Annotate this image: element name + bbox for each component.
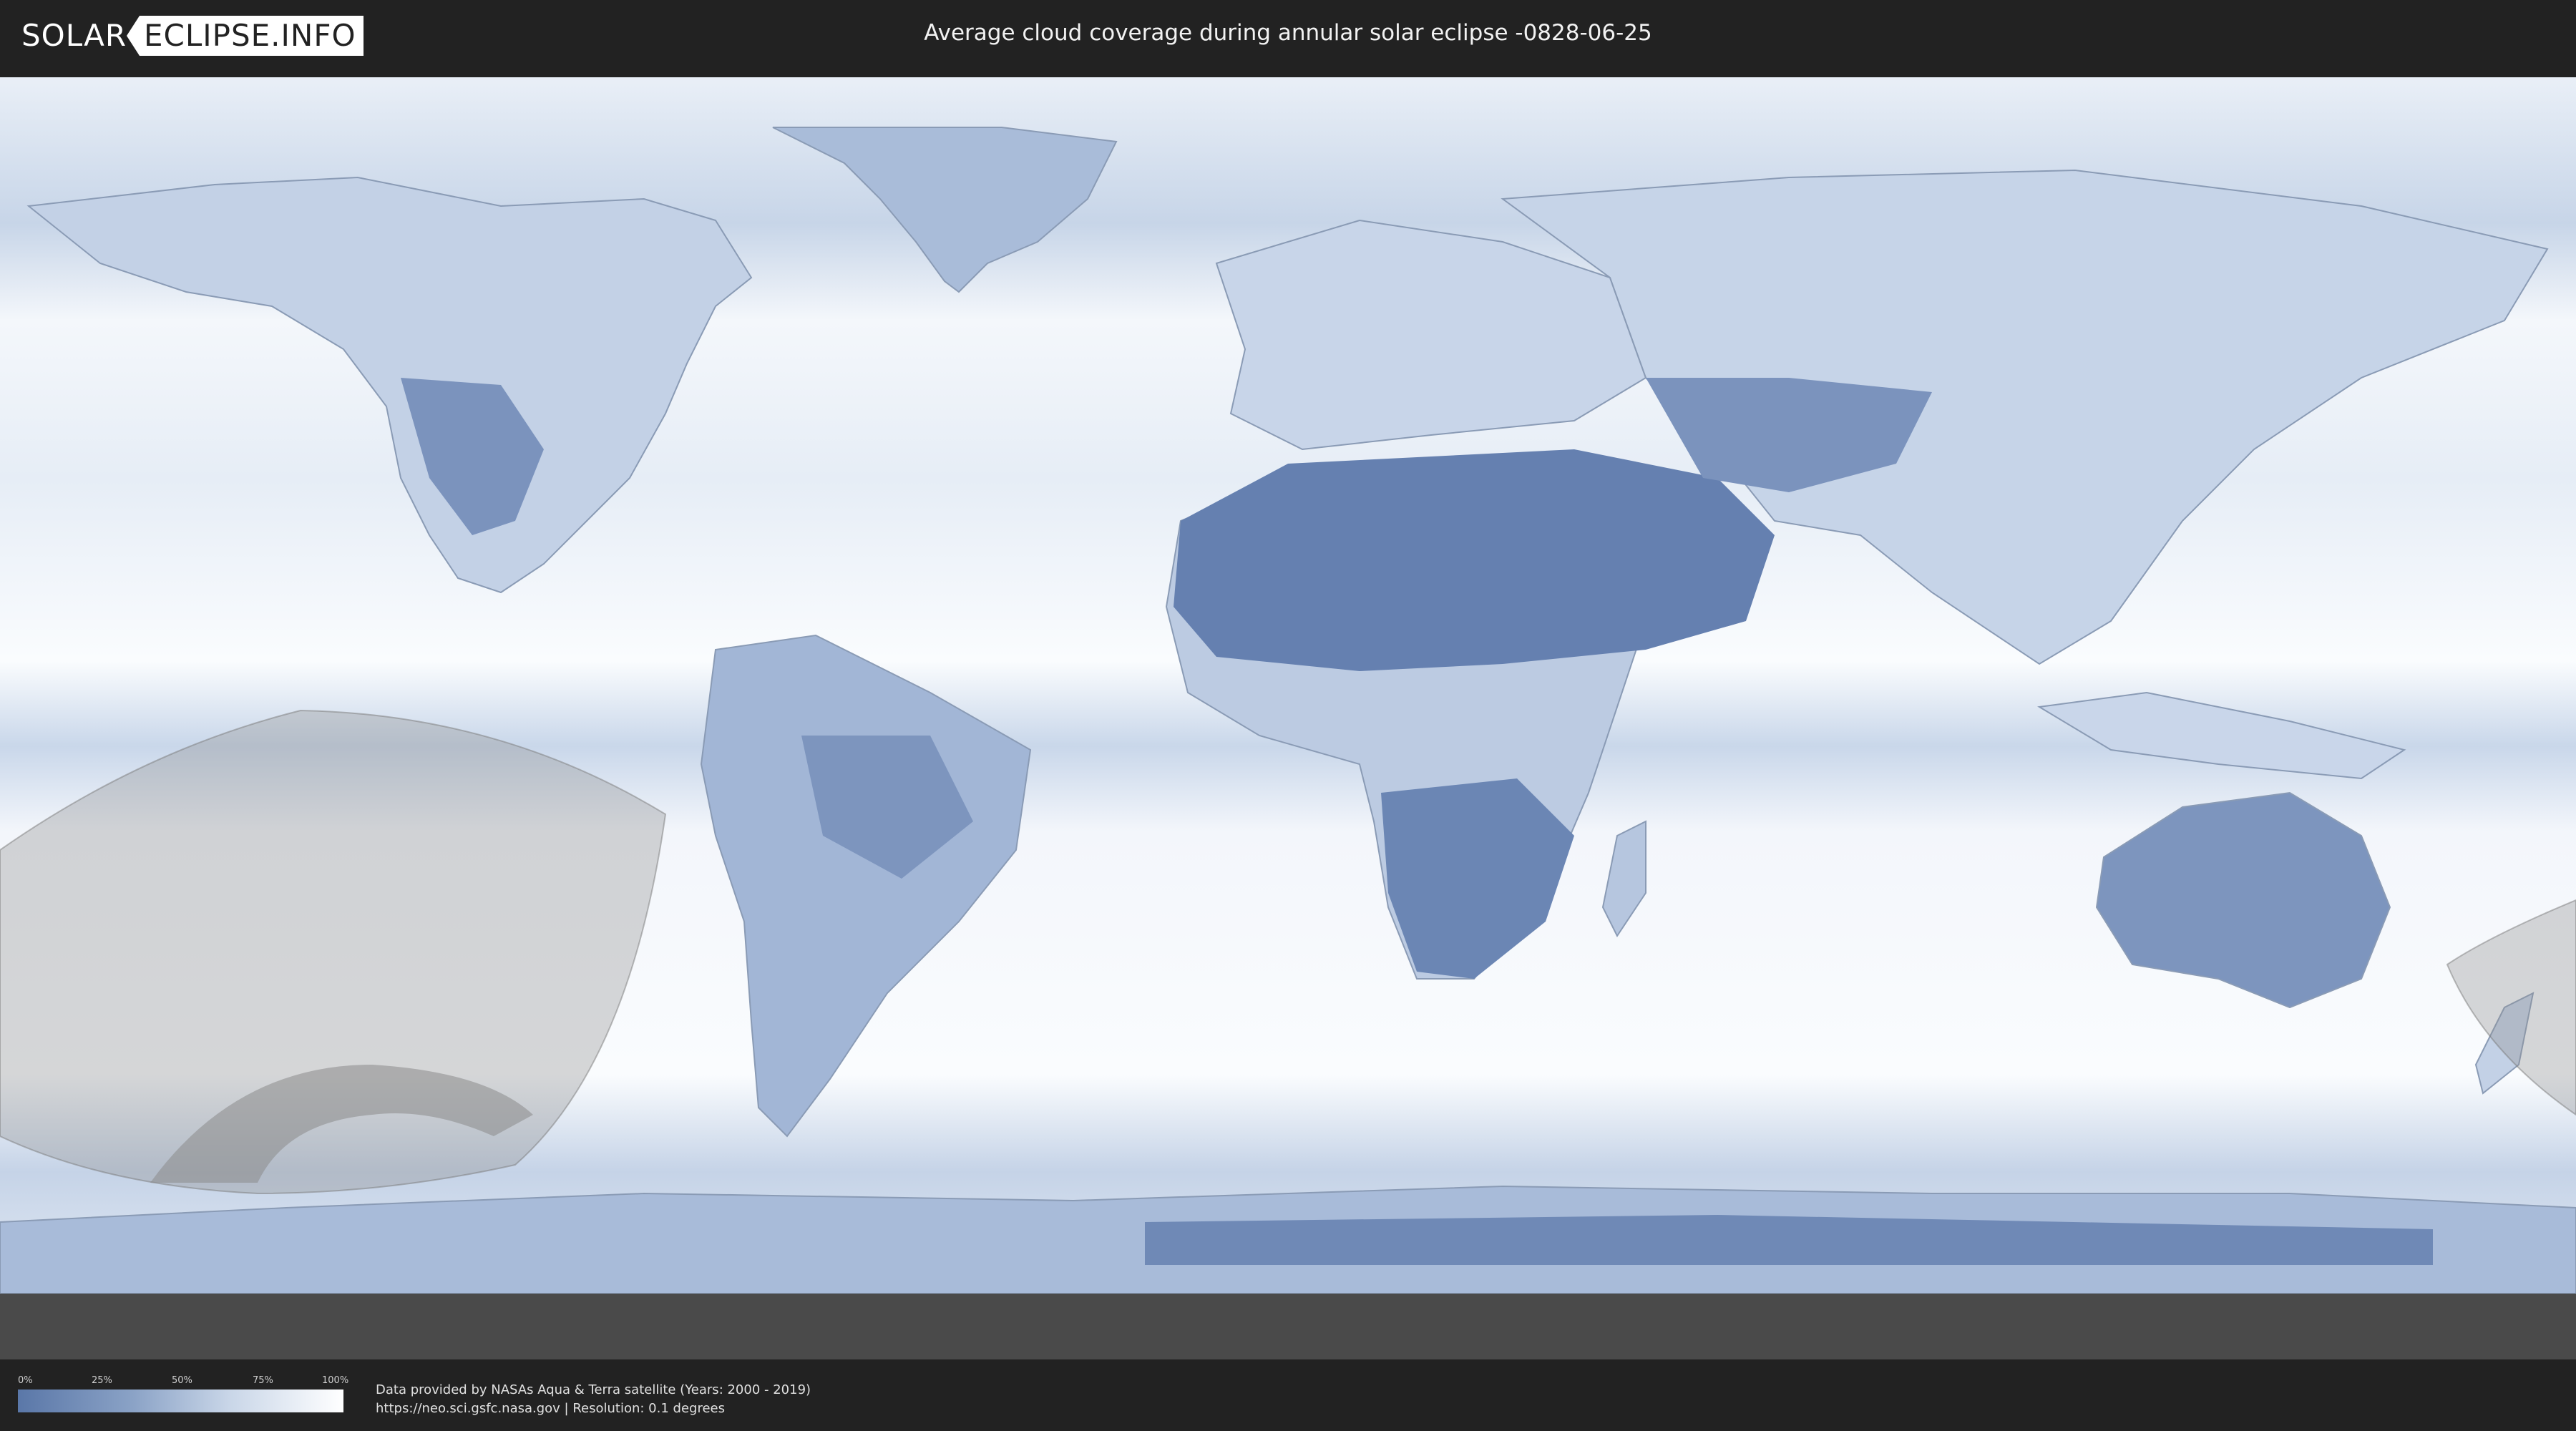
cloud-coverage-legend: 0% 25% 50% 75% 100%	[18, 1375, 348, 1412]
map-svg	[0, 77, 2576, 1294]
legend-ticks: 0% 25% 50% 75% 100%	[18, 1375, 348, 1390]
legend-color-bar	[18, 1390, 343, 1412]
page: SOLAR ECLIPSE.INFO Average cloud coverag…	[0, 0, 2576, 1431]
credits-line-url[interactable]: https://neo.sci.gsfc.nasa.gov | Resoluti…	[376, 1400, 811, 1418]
cloud-coverage-map[interactable]	[0, 77, 2576, 1294]
footer: 0% 25% 50% 75% 100% Data provided by NAS…	[0, 1359, 2576, 1431]
header: SOLAR ECLIPSE.INFO Average cloud coverag…	[0, 0, 2576, 72]
legend-tick-100: 100%	[322, 1375, 349, 1386]
land-sahara-arabia-dry	[1174, 449, 1775, 671]
legend-tick-25: 25%	[92, 1375, 112, 1386]
legend-tick-50: 50%	[172, 1375, 192, 1386]
page-title: Average cloud coverage during annular so…	[924, 20, 1652, 46]
legend-tick-75: 75%	[253, 1375, 273, 1386]
credits-line-source: Data provided by NASAs Aqua & Terra sate…	[376, 1382, 811, 1397]
legend-tick-0: 0%	[18, 1375, 33, 1386]
data-credits: Data provided by NASAs Aqua & Terra sate…	[376, 1381, 811, 1418]
map-lower-margin	[0, 1294, 2576, 1359]
